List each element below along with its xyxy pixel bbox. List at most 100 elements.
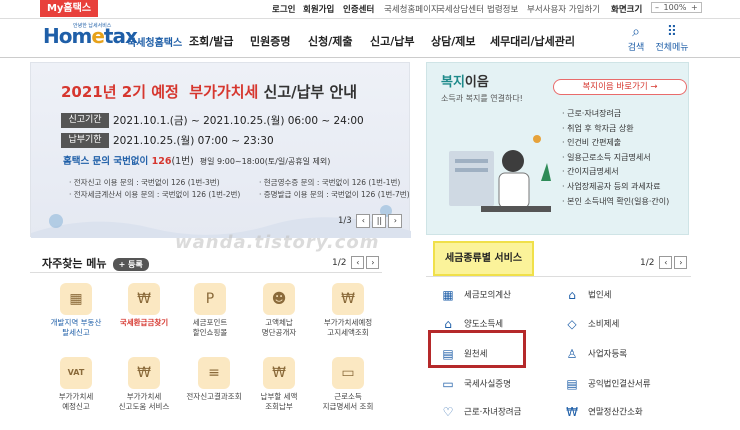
welfare-title: 복지이음 xyxy=(441,75,489,90)
law-info-link[interactable]: 법령정보 xyxy=(487,3,518,15)
service-public-corp-settlement[interactable]: ▤ 공익법인결산서류 xyxy=(564,376,650,392)
service-business-registration[interactable]: ♙ 사업자등록 xyxy=(564,346,628,362)
person-icon: ♙ xyxy=(566,347,578,361)
won-coin-icon: ₩ xyxy=(566,405,578,419)
zoom-control[interactable]: – 100% + xyxy=(651,2,702,13)
my-hometax-tab[interactable]: My홈택스 xyxy=(40,0,98,17)
building-icon: ⌂ xyxy=(568,288,576,302)
tax-service-page-indicator: 1/2 xyxy=(640,258,655,268)
gnb-tax-agent[interactable]: 세무대리/납세관리 xyxy=(490,33,575,49)
gnb-apply-submit[interactable]: 신청/제출 xyxy=(308,33,353,49)
welfare-item[interactable]: · 인건비 간편제출 xyxy=(562,136,669,151)
vat-notice-banner[interactable]: 2021년 2기 예정 부가가치세 신고/납부 안내 신고기간 2021.10.… xyxy=(30,62,411,238)
search-button[interactable]: ⌕ 검색 xyxy=(621,24,651,53)
watermark-text: wanda.tistory.com xyxy=(175,232,380,253)
top-divider xyxy=(0,18,740,19)
welfare-ieum-card[interactable]: 복지이음 소득과 복지를 연결하다! 복지이음 바로가기 → · 근로·자녀장려… xyxy=(426,62,689,235)
service-earned-child-incentive[interactable]: ♡ 근로·자녀장려금 xyxy=(440,404,522,420)
heart-icon: ♡ xyxy=(442,405,454,419)
tax-service-pager: 1/2 ‹ › xyxy=(640,256,688,269)
tax-service-next-button[interactable]: › xyxy=(674,256,688,269)
quick-menu-next-button[interactable]: › xyxy=(366,256,380,269)
welfare-item[interactable]: · 취업 후 학자금 상환 xyxy=(562,122,669,137)
welfare-item[interactable]: · 근로·자녀장려금 xyxy=(562,107,669,122)
cert-center-link[interactable]: 인증센터 xyxy=(343,3,374,15)
quick-menu-pager: 1/2 ‹ › xyxy=(332,256,380,269)
welfare-item[interactable]: · 일용근로소득 지급명세서 xyxy=(562,151,669,166)
service-corporate-tax[interactable]: ⌂ 법인세 xyxy=(564,287,611,303)
nts-homepage-link[interactable]: 국세청홈페이지 xyxy=(384,3,439,15)
logo-tagline: 안녕한 납세서비스 xyxy=(73,23,112,29)
won-coin-icon: ₩ xyxy=(137,291,151,307)
gnb-consult-tip[interactable]: 상담/제보 xyxy=(431,33,476,49)
welfare-shortcut-button[interactable]: 복지이음 바로가기 → xyxy=(553,79,687,95)
welfare-subtitle: 소득과 복지를 연결하다! xyxy=(441,94,523,103)
deadline-label: 납부기한 xyxy=(61,133,109,148)
banner-pause-button[interactable]: || xyxy=(372,214,387,228)
point-card-icon: P xyxy=(205,291,215,307)
quick-item-tax-point-mall[interactable]: P 세금포인트 할인쇼핑몰 xyxy=(180,283,240,338)
welfare-item-list: · 근로·자녀장려금 · 취업 후 학자금 상환 · 인건비 간편제출 · 일용… xyxy=(562,107,669,209)
quick-menu-page-indicator: 1/2 xyxy=(332,258,347,268)
hometax-logo[interactable]: 안녕한 납세서비스 Hometax 국세청홈택스 xyxy=(43,23,182,49)
gnb-civil-certificate[interactable]: 민원증명 xyxy=(250,33,290,49)
quick-item-tax-payment-inquiry[interactable]: ₩ 납부할 세액 조회납부 xyxy=(249,357,309,412)
quick-item-vat-help-service[interactable]: ₩ 부가가치세 신고도움 서비스 xyxy=(114,357,174,412)
won-coin-icon: ₩ xyxy=(137,365,151,381)
welfare-item[interactable]: · 간이지급명세서 xyxy=(562,165,669,180)
tax-service-prev-button[interactable]: ‹ xyxy=(659,256,673,269)
tax-service-divider xyxy=(426,276,691,277)
calculator-icon: ▦ xyxy=(442,288,454,302)
service-consumption-tax[interactable]: ◇ 소비제세 xyxy=(564,316,619,332)
quick-menu-title: 자주찾는 메뉴 + 등록 xyxy=(42,255,149,271)
banner-prev-button[interactable]: ‹ xyxy=(356,214,371,228)
quick-item-refund-search[interactable]: ₩ 국세환급금찾기 xyxy=(114,283,174,328)
hometax-main-page: My홈택스 로그인 회원가입 인증센터 국세청홈페이지 국세상담센터 법령정보 … xyxy=(0,0,740,430)
signup-link[interactable]: 회원가입 xyxy=(303,3,334,15)
banner-next-button[interactable]: › xyxy=(388,214,403,228)
consult-center-link[interactable]: 국세상담센터 xyxy=(437,3,484,15)
withholding-tax-highlight-box xyxy=(428,330,526,368)
quick-item-delinquent-list[interactable]: ☻ 고액체납 명단공개자 xyxy=(249,283,309,338)
inquiry-line: 홈택스 문의 국번없이 126(1번) 평일 9:00~18:00(토/일/공휴… xyxy=(63,156,331,167)
gnb-report-pay[interactable]: 신고/납부 xyxy=(370,33,415,49)
quick-item-earned-income-statement[interactable]: ▭ 근로소득 지급명세서 조회 xyxy=(318,357,378,412)
logo-korean-name: 국세청홈택스 xyxy=(127,38,183,49)
won-document-icon: ₩ xyxy=(341,291,355,307)
all-menu-button[interactable]: ⠿ 전체메뉴 xyxy=(654,24,690,53)
search-icon: ⌕ xyxy=(632,24,640,40)
won-hand-icon: ₩ xyxy=(272,365,286,381)
service-year-end-settlement[interactable]: ₩ 연말정산간소화 xyxy=(564,404,643,420)
welfare-illustration xyxy=(449,135,551,212)
deadline-value: 2021.10.25.(월) 07:00 ~ 23:30 xyxy=(113,135,274,147)
period-value: 2021.10.1.(금) ~ 2021.10.25.(월) 06:00 ~ 2… xyxy=(113,115,364,127)
inquiry-info-list: · 전자신고 이용 문의 : 국번없이 126 (1번-3번) · 현금영수증 문… xyxy=(69,178,410,199)
quick-menu-prev-button[interactable]: ‹ xyxy=(351,256,365,269)
banner-title: 2021년 2기 예정 부가가치세 신고/납부 안내 xyxy=(61,83,358,101)
quick-item-e-report-result[interactable]: ≡ 전자신고결과조회 xyxy=(180,357,248,402)
zoom-value: 100% xyxy=(663,3,687,12)
service-tax-simulation[interactable]: ▦ 세금모의계산 xyxy=(440,287,511,303)
quick-item-dev-area-tax-report[interactable]: ▦ 개발지역 부동산 탈세신고 xyxy=(46,283,106,338)
quick-item-vat-notice-inquiry[interactable]: ₩ 부가가치세예정 고지세액조회 xyxy=(318,283,378,338)
gnb-inquiry-issue[interactable]: 조회/발급 xyxy=(189,33,234,49)
dept-user-signup-link[interactable]: 부서사용자 가입하기 xyxy=(527,3,600,15)
list-document-icon: ≡ xyxy=(208,365,220,381)
document-icon: ▦ xyxy=(69,291,83,307)
vat-document-icon: VAT xyxy=(67,368,85,377)
banner-pager: 1/3 ‹ || › xyxy=(338,214,403,228)
quick-menu-register-button[interactable]: + 등록 xyxy=(112,257,149,271)
zoom-plus-button[interactable]: + xyxy=(691,3,698,12)
welfare-item[interactable]: · 사업장제공자 등의 과세자료 xyxy=(562,180,669,195)
period-label: 신고기간 xyxy=(61,113,109,128)
header-divider xyxy=(0,57,740,58)
banner-page-indicator: 1/3 xyxy=(338,216,352,226)
quick-menu-divider xyxy=(30,272,382,273)
diamond-icon: ◇ xyxy=(567,317,577,331)
login-link[interactable]: 로그인 xyxy=(272,3,295,15)
welfare-item[interactable]: · 본인 소득내역 확인(일용·간이) xyxy=(562,195,669,210)
service-tax-fact-certificate[interactable]: ▭ 국세사실증명 xyxy=(440,376,511,392)
monitor-icon: ▭ xyxy=(442,377,454,391)
quick-item-vat-preliminary-report[interactable]: VAT 부가가치세 예정신고 xyxy=(46,357,106,412)
zoom-minus-button[interactable]: – xyxy=(655,3,659,12)
